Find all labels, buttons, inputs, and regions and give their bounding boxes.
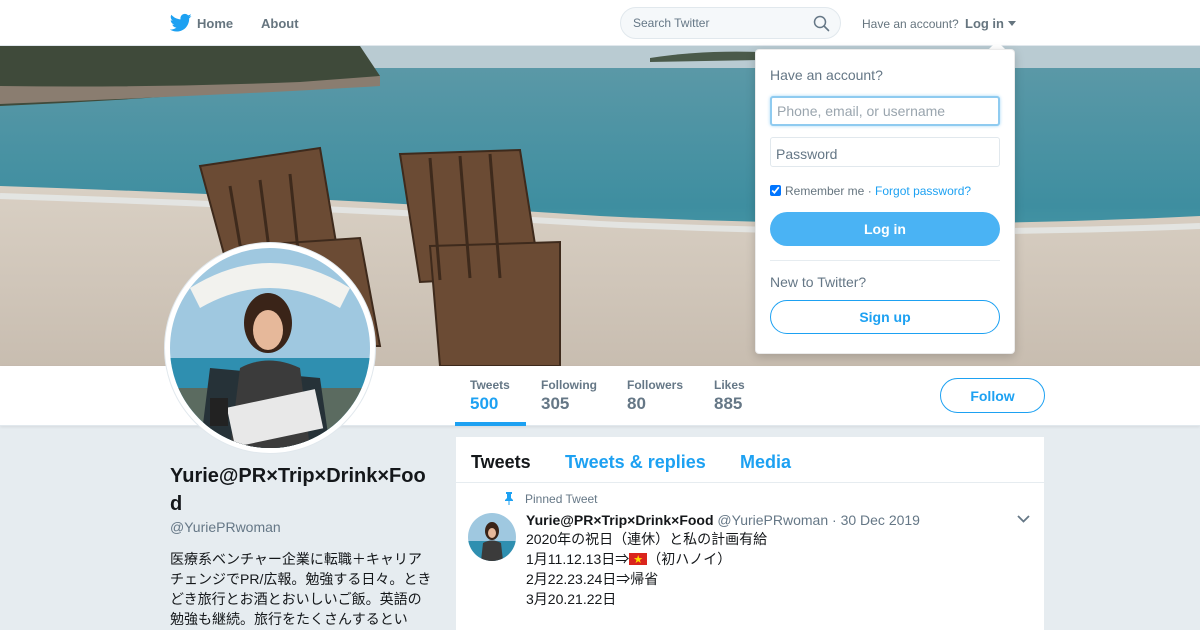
profile-display-name: Yurie@PR×Trip×Drink×Food	[170, 465, 426, 515]
search-input[interactable]: Search Twitter	[633, 16, 709, 30]
stat-followers[interactable]: Followers 80	[627, 378, 683, 414]
nav-home-link[interactable]: Home	[197, 16, 233, 31]
stat-label: Tweets	[470, 378, 510, 392]
dropdown-divider	[770, 260, 1000, 261]
tweet-date-separator: ·	[832, 512, 837, 528]
stat-value: 500	[470, 394, 499, 413]
tweet-date[interactable]: 30 Dec 2019	[841, 512, 920, 528]
stat-value: 80	[627, 394, 646, 413]
chevron-down-icon[interactable]	[1017, 515, 1030, 523]
stat-tweets[interactable]: Tweets 500	[470, 378, 510, 414]
remember-me-label[interactable]: Remember me	[785, 184, 864, 198]
tab-tweets-and-replies[interactable]: Tweets & replies	[565, 452, 706, 473]
tweet-line: 3月20.21.22日	[526, 591, 617, 607]
pin-icon	[505, 492, 513, 505]
stat-label: Likes	[714, 378, 745, 392]
vietnam-flag-icon	[629, 550, 648, 570]
timeline-tabs: Tweets Tweets & replies Media	[456, 437, 1044, 483]
tweet-text: 2020年の祝日（連休）と私の計画有給 1月11.12.13日⇒ （初ハノイ） 2…	[526, 529, 767, 609]
tweet-header: Yurie@PR×Trip×Drink×Food @YuriePRwoman ·…	[526, 512, 920, 528]
remember-me-checkbox[interactable]	[770, 185, 781, 196]
stat-likes[interactable]: Likes 885	[714, 378, 745, 414]
login-button[interactable]: Log in	[770, 212, 1000, 246]
tweet-line-part: 1月11.12.13日⇒	[526, 551, 630, 567]
profile-avatar[interactable]	[165, 243, 375, 453]
caret-down-icon[interactable]	[1008, 21, 1016, 26]
tab-media[interactable]: Media	[740, 452, 791, 473]
new-to-twitter-text: New to Twitter?	[770, 274, 867, 290]
profile-bio: 医療系ベンチャー企業に転職＋キャリアチェンジでPR/広報。勉強する日々。ときどき…	[170, 551, 432, 627]
stat-value: 885	[714, 394, 743, 413]
remember-separator: ·	[867, 184, 872, 198]
pinned-tweet-label: Pinned Tweet	[525, 492, 598, 506]
username-field[interactable]	[770, 96, 1000, 126]
forgot-password-link[interactable]: Forgot password?	[875, 184, 971, 198]
active-stat-underline	[455, 422, 526, 426]
timeline-panel: Tweets Tweets & replies Media Pinned Twe…	[456, 437, 1044, 630]
tweet-line: 1月11.12.13日⇒ （初ハノイ）	[526, 549, 767, 570]
stat-following[interactable]: Following 305	[541, 378, 597, 414]
top-nav-bar: Home About Search Twitter Have an accoun…	[0, 0, 1200, 46]
tab-tweets[interactable]: Tweets	[471, 452, 531, 473]
search-box[interactable]: Search Twitter	[620, 7, 841, 39]
stat-value: 305	[541, 394, 570, 413]
tweet-line: 2020年の祝日（連休）と私の計画有給	[526, 531, 768, 547]
login-menu-link[interactable]: Log in	[965, 16, 1004, 31]
nav-about-link[interactable]: About	[261, 16, 299, 31]
have-account-text: Have an account?	[862, 17, 959, 31]
tweet-line-part: （初ハノイ）	[647, 551, 732, 567]
profile-handle: @YuriePRwoman	[170, 519, 281, 535]
twitter-bird-icon[interactable]	[170, 13, 192, 33]
remember-row: Remember me · Forgot password?	[770, 184, 971, 198]
signup-button[interactable]: Sign up	[770, 300, 1000, 334]
tweet-line: 2月22.23.24日⇒帰省	[526, 571, 659, 587]
tweet-avatar[interactable]	[468, 513, 516, 561]
dropdown-title: Have an account?	[770, 67, 883, 83]
search-icon[interactable]	[813, 15, 830, 32]
tweet-author-name[interactable]: Yurie@PR×Trip×Drink×Food	[526, 512, 714, 528]
tweet-author-handle[interactable]: @YuriePRwoman	[717, 512, 828, 528]
follow-button[interactable]: Follow	[940, 378, 1045, 413]
stat-label: Followers	[627, 378, 684, 392]
password-field[interactable]	[770, 137, 1000, 167]
login-dropdown: Have an account? Password Remember me · …	[755, 49, 1015, 354]
stat-label: Following	[541, 378, 597, 392]
